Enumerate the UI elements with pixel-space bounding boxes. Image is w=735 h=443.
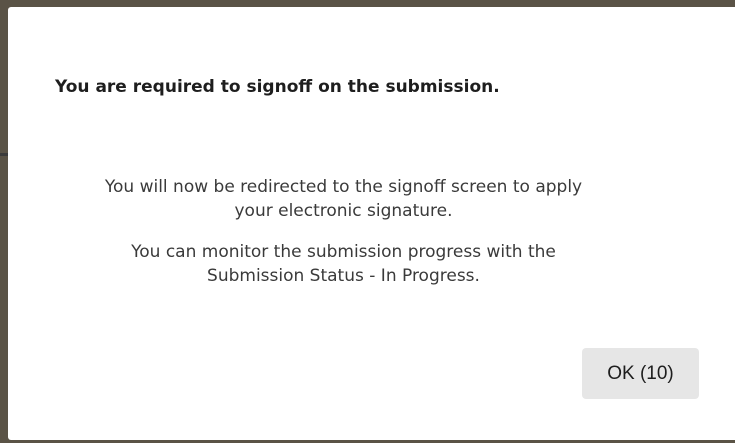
ok-button[interactable]: OK (10) (582, 348, 699, 399)
redirect-message-line-1: You will now be redirected to the signof… (104, 177, 583, 197)
redirect-message: You will now be redirected to the signof… (8, 175, 679, 223)
monitor-message-line-2: Submission Status - In Progress. (207, 266, 480, 286)
dialog-body: You will now be redirected to the signof… (8, 175, 679, 288)
monitor-message-line-1: You can monitor the submission progress … (131, 242, 556, 262)
monitor-message: You can monitor the submission progress … (8, 240, 679, 288)
redirect-message-line-2: your electronic signature. (234, 201, 453, 221)
dialog-title: You are required to signoff on the submi… (55, 77, 500, 97)
signoff-dialog: You are required to signoff on the submi… (8, 7, 735, 440)
